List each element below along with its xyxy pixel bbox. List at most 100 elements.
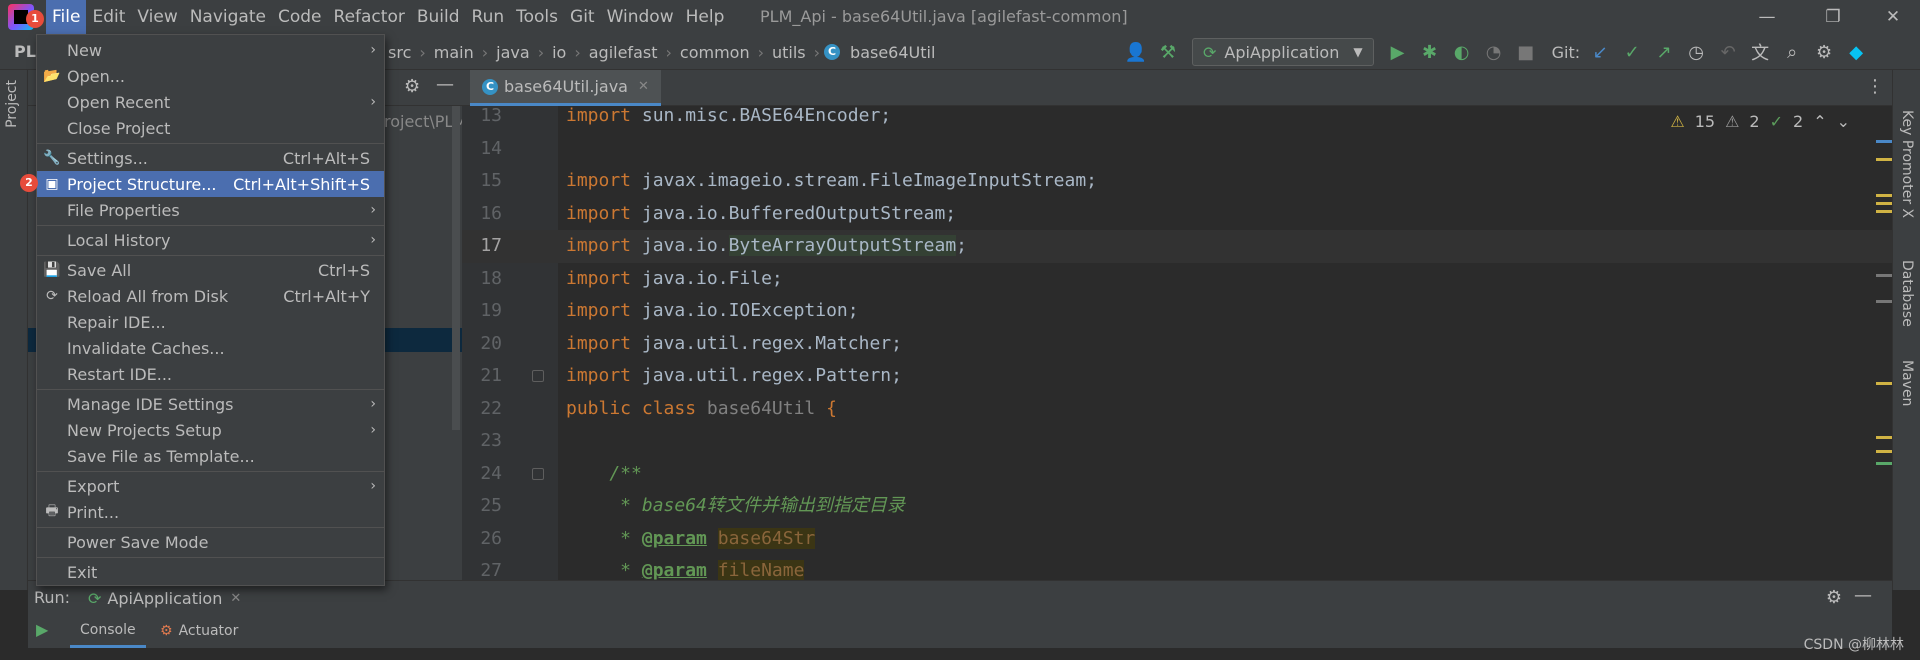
file-menu-local-history[interactable]: Local History ›: [37, 227, 384, 253]
code-line[interactable]: 24 /**: [462, 458, 1892, 491]
console-output[interactable]: [28, 648, 1892, 660]
debug-icon[interactable]: ✱: [1416, 38, 1444, 66]
menu-tools[interactable]: Tools: [510, 0, 564, 34]
code-line[interactable]: 22 public class base64Util {: [462, 393, 1892, 426]
minimize-button[interactable]: —: [1740, 0, 1794, 34]
file-menu-power-save-mode[interactable]: Power Save Mode: [37, 529, 384, 555]
code-line[interactable]: 13 import sun.misc.BASE64Encoder;: [462, 106, 1892, 133]
run-tab-close-icon[interactable]: ✕: [230, 591, 241, 606]
restore-button[interactable]: ❐: [1806, 0, 1860, 34]
file-menu-settings[interactable]: 🔧 Settings... Ctrl+Alt+S: [37, 145, 384, 171]
code-line[interactable]: 19 import java.io.IOException;: [462, 295, 1892, 328]
file-menu-new[interactable]: New ›: [37, 37, 384, 63]
stop-icon[interactable]: ■: [1512, 38, 1540, 66]
code-line[interactable]: 27 * @param fileName: [462, 555, 1892, 580]
run-settings-gear-icon[interactable]: ⚙: [1826, 587, 1842, 608]
actuator-tab[interactable]: ⚙ Actuator: [160, 614, 238, 648]
code-line[interactable]: 25 * base64转文件并输出到指定目录: [462, 490, 1892, 523]
panel-hide-icon[interactable]: —: [436, 74, 454, 95]
run-hide-icon[interactable]: —: [1854, 585, 1872, 606]
menu-build[interactable]: Build: [411, 0, 466, 34]
breadcrumb-utils[interactable]: utils: [768, 43, 810, 62]
menu-git[interactable]: Git: [564, 0, 601, 34]
code-line[interactable]: 15 import javax.imageio.stream.FileImageI…: [462, 165, 1892, 198]
menu-file[interactable]: File: [46, 0, 87, 34]
menu-window[interactable]: Window: [601, 0, 680, 34]
file-menu-file-properties[interactable]: File Properties ›: [37, 197, 384, 223]
menu-refactor[interactable]: Refactor: [328, 0, 411, 34]
code-editor[interactable]: ⚠ 15 ⚠ 2 ✓ 2 ⌃ ⌄ 13 import sun.misc.BASE6…: [462, 106, 1892, 580]
breadcrumb-java[interactable]: java: [492, 43, 534, 62]
javadoc-tag: @param: [641, 560, 707, 580]
menu-run[interactable]: Run: [466, 0, 511, 34]
step-badge-2: 2: [20, 174, 38, 192]
menu-code[interactable]: Code: [272, 0, 328, 34]
file-menu-project-structure[interactable]: ▣ Project Structure... Ctrl+Alt+Shift+S: [37, 171, 384, 197]
file-menu-restart-ide[interactable]: Restart IDE...: [37, 361, 384, 387]
rerun-icon[interactable]: ▶: [36, 620, 48, 639]
file-menu-reload-all-from-disk[interactable]: ⟳ Reload All from Disk Ctrl+Alt+Y: [37, 283, 384, 309]
file-menu-new-projects-setup[interactable]: New Projects Setup ›: [37, 417, 384, 443]
project-tool-tab[interactable]: Project: [4, 80, 20, 128]
breadcrumb-main[interactable]: main: [430, 43, 478, 62]
more-options-icon[interactable]: ⋮: [1866, 76, 1884, 97]
menu-help[interactable]: Help: [680, 0, 731, 34]
user-icon[interactable]: 👤: [1122, 38, 1150, 66]
run-tab-apiapplication[interactable]: ⟳ ApiApplication ✕: [88, 581, 241, 615]
file-menu-invalidate-caches[interactable]: Invalidate Caches...: [37, 335, 384, 361]
file-menu-export[interactable]: Export ›: [37, 473, 384, 499]
fold-marker-icon[interactable]: [532, 467, 544, 480]
search-icon[interactable]: ⌕: [1778, 38, 1806, 66]
translate-icon[interactable]: 文: [1746, 38, 1774, 66]
git-push-icon[interactable]: ↗: [1650, 38, 1678, 66]
run-configuration-select[interactable]: ⟳ ApiApplication ▼: [1192, 38, 1374, 66]
breadcrumb-agilefast[interactable]: agilefast: [585, 43, 662, 62]
breadcrumb-common[interactable]: common: [676, 43, 754, 62]
editor-tab-base64util[interactable]: C base64Util.java ✕: [470, 70, 661, 106]
git-update-icon[interactable]: ↙: [1586, 38, 1614, 66]
file-menu-repair-ide[interactable]: Repair IDE...: [37, 309, 384, 335]
close-button[interactable]: ✕: [1866, 0, 1920, 34]
coverage-icon[interactable]: ◐: [1448, 38, 1476, 66]
code-line[interactable]: 26 * @param base64Str: [462, 523, 1892, 556]
build-hammer-icon[interactable]: ⚒: [1154, 38, 1182, 66]
toolbox-icon[interactable]: ◆: [1842, 38, 1870, 66]
breadcrumb-io[interactable]: io: [548, 43, 570, 62]
code-line[interactable]: 20 import java.util.regex.Matcher;: [462, 328, 1892, 361]
code-line[interactable]: 18 import java.io.File;: [462, 263, 1892, 296]
database-tab[interactable]: Database: [1899, 260, 1915, 327]
history-icon[interactable]: ◷: [1682, 38, 1710, 66]
menu-navigate[interactable]: Navigate: [184, 0, 272, 34]
git-commit-icon[interactable]: ✓: [1618, 38, 1646, 66]
file-menu-manage-ide-settings[interactable]: Manage IDE Settings ›: [37, 391, 384, 417]
menu-edit[interactable]: Edit: [86, 0, 131, 34]
chevron-down-icon: ▼: [1353, 45, 1363, 59]
file-menu-open-recent[interactable]: Open Recent ›: [37, 89, 384, 115]
file-menu-open[interactable]: 📂 Open...: [37, 63, 384, 89]
code-line[interactable]: 14: [462, 133, 1892, 166]
file-menu-close-project[interactable]: Close Project: [37, 115, 384, 141]
code-line[interactable]: 16 import java.io.BufferedOutputStream;: [462, 198, 1892, 231]
code-line[interactable]: 23: [462, 425, 1892, 458]
menu-view[interactable]: View: [131, 0, 183, 34]
breadcrumb-src[interactable]: src: [384, 43, 415, 62]
file-menu-save-all[interactable]: 💾 Save All Ctrl+S: [37, 257, 384, 283]
key-promoter-tab[interactable]: Key Promoter X: [1899, 110, 1915, 218]
breadcrumb-class[interactable]: base64Util: [846, 43, 939, 62]
maven-tab[interactable]: Maven: [1899, 360, 1915, 406]
panel-gear-icon[interactable]: ⚙: [404, 76, 420, 97]
code-line[interactable]: 17 import java.io.ByteArrayOutputStream;: [462, 230, 1892, 263]
rollback-icon[interactable]: ↶: [1714, 38, 1742, 66]
run-tab-label: ApiApplication: [107, 588, 223, 608]
file-menu-exit[interactable]: Exit: [37, 559, 384, 585]
code-line[interactable]: 21 import java.util.regex.Pattern;: [462, 360, 1892, 393]
console-tab[interactable]: Console: [70, 614, 146, 648]
project-panel-scrollbar[interactable]: [452, 106, 460, 430]
profile-icon[interactable]: ◔: [1480, 38, 1508, 66]
tab-close-icon[interactable]: ✕: [638, 79, 649, 94]
file-menu-print[interactable]: 🖶 Print...: [37, 499, 384, 525]
fold-marker-icon[interactable]: [532, 370, 544, 382]
settings-gear-icon[interactable]: ⚙: [1810, 38, 1838, 66]
run-icon[interactable]: ▶: [1384, 38, 1412, 66]
file-menu-save-file-as-template[interactable]: Save File as Template...: [37, 443, 384, 469]
